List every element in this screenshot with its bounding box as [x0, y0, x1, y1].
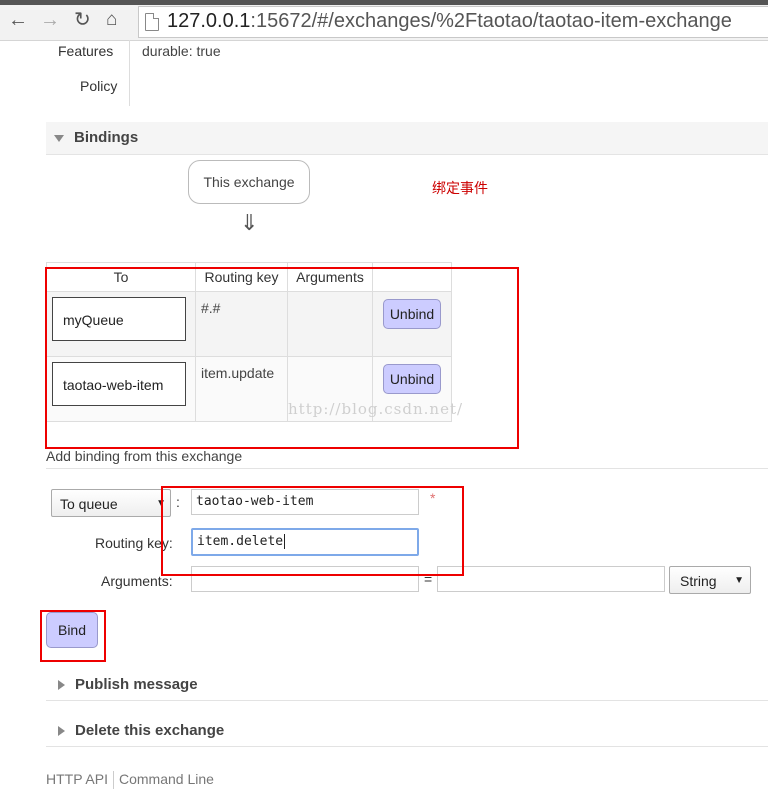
down-arrow-icon: ⇓ [240, 210, 259, 235]
url-text: 127.0.0.1:15672/#/exchanges/%2Ftaotao/ta… [167, 10, 732, 33]
bindings-title: Bindings [74, 129, 139, 146]
url-path: :15672/#/exchanges/%2Ftaotao/taotao-item… [250, 10, 732, 32]
details-divider [129, 40, 130, 106]
url-host: 127.0.0.1 [167, 10, 251, 32]
footer: HTTP API Command Line [46, 771, 214, 790]
annotation-text: 绑定事件 [432, 180, 488, 196]
highlight-box-bindings [45, 267, 519, 449]
address-bar[interactable]: 127.0.0.1:15672/#/exchanges/%2Ftaotao/ta… [138, 6, 768, 38]
delete-exchange-section[interactable]: Delete this exchange [46, 718, 768, 746]
this-exchange-box: This exchange [188, 160, 310, 204]
watermark: http://blog.csdn.net/ [288, 400, 464, 418]
divider [46, 746, 768, 747]
reload-icon[interactable]: ↻ [74, 10, 91, 30]
argument-value-input[interactable] [437, 566, 665, 592]
command-line-link[interactable]: Command Line [119, 771, 214, 787]
destination-type-value: To queue [60, 496, 118, 512]
page-icon [145, 13, 159, 31]
features-value: durable: true [142, 43, 221, 59]
back-icon[interactable]: ← [8, 10, 28, 30]
dropdown-arrow-icon: ▼ [734, 575, 744, 586]
forward-icon[interactable]: → [40, 10, 60, 30]
expand-triangle-icon [58, 680, 65, 690]
highlight-box-form [161, 486, 464, 576]
bindings-section-header[interactable]: Bindings [46, 122, 768, 155]
window-top-bar [0, 0, 768, 5]
add-binding-title: Add binding from this exchange [46, 448, 243, 464]
footer-separator [112, 771, 114, 790]
publish-message-title: Publish message [75, 676, 198, 693]
features-label: Features [58, 43, 114, 59]
highlight-box-bind [40, 610, 106, 662]
argument-type-select[interactable]: String ▼ [669, 566, 751, 594]
divider [46, 468, 768, 469]
destination-type-select[interactable]: To queue ▼ [51, 489, 171, 517]
home-icon[interactable]: ⌂ [106, 10, 117, 30]
http-api-link[interactable]: HTTP API [46, 771, 108, 787]
browser-toolbar: ← → ↻ ⌂ 127.0.0.1:15672/#/exchanges/%2Ft… [0, 0, 768, 41]
policy-label: Policy [80, 78, 118, 94]
collapse-triangle-icon [54, 135, 64, 142]
publish-message-section[interactable]: Publish message [46, 672, 768, 700]
delete-exchange-title: Delete this exchange [75, 722, 225, 739]
divider [46, 700, 768, 701]
argument-type-value: String [680, 573, 717, 589]
expand-triangle-icon [58, 726, 65, 736]
